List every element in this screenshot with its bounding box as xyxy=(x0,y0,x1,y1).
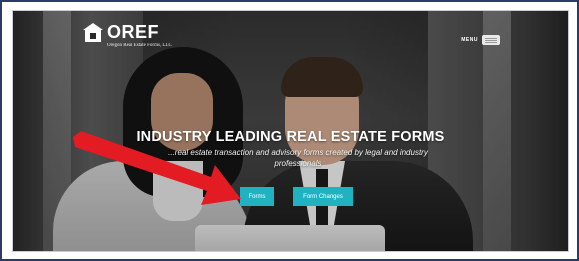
house-logo-icon xyxy=(83,23,103,43)
red-arrow-icon xyxy=(73,131,241,205)
screenshot-frame: OREF Oregon Real Estate Forms, LLC MENU … xyxy=(0,0,579,261)
logo-title: OREF xyxy=(107,22,160,42)
website-hero: OREF Oregon Real Estate Forms, LLC MENU … xyxy=(12,10,569,252)
menu-toggle[interactable]: MENU xyxy=(461,35,500,45)
menu-label: MENU xyxy=(461,37,478,43)
hamburger-menu-icon[interactable] xyxy=(482,35,500,45)
logo-subtitle: Oregon Real Estate Forms, LLC xyxy=(107,43,172,48)
form-changes-button[interactable]: Form Changes xyxy=(293,187,353,206)
site-logo-link[interactable]: OREF Oregon Real Estate Forms, LLC xyxy=(83,23,172,48)
logo-text: OREF Oregon Real Estate Forms, LLC xyxy=(107,23,172,48)
